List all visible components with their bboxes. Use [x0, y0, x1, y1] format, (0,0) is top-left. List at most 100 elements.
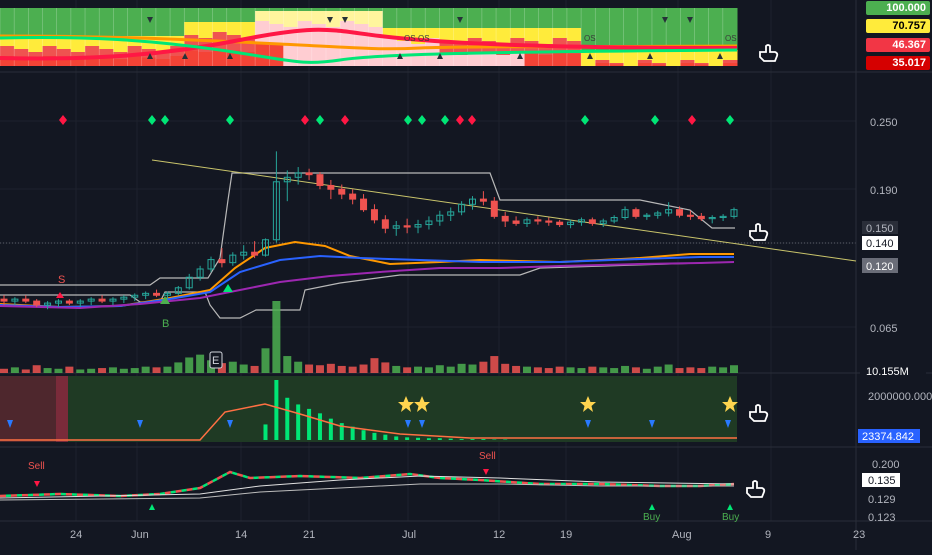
- osc-bar: [427, 438, 431, 440]
- heatmap-cell: [326, 47, 341, 67]
- heatmap-cell: [43, 46, 58, 56]
- time-tick-label: Jul: [402, 529, 416, 541]
- heatmap-cell: [454, 55, 469, 66]
- heatmap-cell: [652, 8, 667, 50]
- candle-body: [328, 185, 334, 189]
- candle-body: [480, 199, 486, 201]
- heatmap-cell: [113, 8, 128, 36]
- heatmap-cell: [71, 8, 86, 36]
- heatmap-cell: [283, 47, 298, 67]
- candle-body: [361, 199, 367, 210]
- candle-body: [633, 210, 639, 217]
- heatmap-cell: [340, 8, 355, 11]
- candle-body: [382, 220, 388, 228]
- volume-bar: [360, 365, 368, 373]
- signal-tick-label: 0.135: [868, 475, 896, 487]
- price-tick-label: 0.250: [870, 117, 898, 129]
- signal-tick-label: 0.123: [868, 512, 896, 524]
- heatmap-cell: [496, 28, 511, 44]
- candle-body: [34, 301, 40, 305]
- volume-bar: [654, 367, 662, 373]
- heatmap-cell: [510, 28, 525, 38]
- heatmap-cell: [255, 8, 270, 11]
- volume-bar: [54, 369, 62, 373]
- osc-bar: [362, 430, 366, 440]
- volume-bar: [196, 355, 204, 373]
- volume-bar: [523, 367, 531, 373]
- heatmap-cell: [524, 54, 539, 67]
- osc-bar: [329, 419, 333, 440]
- osc-bar: [263, 424, 267, 440]
- heatmap-cell: [567, 28, 582, 41]
- heatmap-cell: [198, 22, 213, 38]
- candle-body: [677, 210, 683, 216]
- heatmap-cell: [567, 8, 582, 28]
- heatmap-cell: [510, 8, 525, 28]
- volume-bar: [294, 362, 302, 373]
- osc-bar: [394, 436, 398, 440]
- volume-bar: [469, 365, 477, 373]
- heatmap-cell: [326, 8, 341, 11]
- heatmap-cell: [28, 8, 43, 36]
- heatmap-cell: [298, 11, 313, 21]
- volume-bar: [447, 367, 455, 373]
- volume-bar: [349, 367, 357, 373]
- volume-bar: [33, 365, 41, 373]
- time-tick-label: 9: [765, 529, 771, 541]
- heatmap-cell: [553, 28, 568, 38]
- heatmap-cell: [595, 60, 610, 63]
- price-chart[interactable]: 0.250 0.190 0.150 0.140 0.120 0.065 10.1…: [0, 0, 932, 550]
- volume-bar: [599, 367, 607, 373]
- heatmap-cell: [198, 8, 213, 22]
- volume-bar: [251, 366, 259, 373]
- sell-signal-label: Sell: [479, 451, 496, 462]
- volume-bar: [577, 368, 585, 373]
- heatmap-cell: [694, 50, 709, 63]
- heatmap-scale-label: 100.000: [866, 1, 930, 15]
- buy-signal-label: Buy: [722, 512, 739, 523]
- candle-body: [502, 216, 508, 221]
- volume-bar: [174, 362, 182, 373]
- heatmap-cell: [609, 63, 624, 65]
- heatmap-cell: [312, 11, 327, 24]
- volume-bar: [0, 369, 8, 373]
- candle-body: [252, 252, 258, 255]
- time-tick-label: Jun: [131, 529, 149, 541]
- heatmap-cell: [57, 8, 72, 36]
- price-tick-label: 0.065: [870, 323, 898, 335]
- heatmap-cell: [482, 28, 497, 41]
- osc-bar: [481, 439, 485, 440]
- heatmap-cell: [184, 8, 199, 22]
- volume-bar: [316, 365, 324, 373]
- candle-body: [371, 210, 377, 220]
- heatmap-cell: [170, 56, 185, 66]
- sell-signal-label: Sell: [28, 461, 45, 472]
- heatmap-cell: [638, 60, 653, 63]
- heatmap-cell: [198, 52, 213, 66]
- last-price-label: 0.140: [866, 238, 894, 250]
- heatmap-cell: [85, 8, 100, 36]
- heatmap-cell: [624, 8, 639, 50]
- heatmap-cell: [156, 59, 171, 66]
- heatmap-cell: [213, 22, 228, 32]
- osc-bar: [416, 438, 420, 440]
- osc-bar: [296, 404, 300, 440]
- volume-bar: [719, 367, 727, 373]
- volume-bar: [381, 362, 389, 373]
- volume-bar: [676, 368, 684, 373]
- volume-bar: [458, 364, 466, 373]
- chart-stage[interactable]: 0.250 0.190 0.150 0.140 0.120 0.065 10.1…: [0, 0, 932, 550]
- volume-bar: [665, 365, 673, 373]
- volume-bar: [708, 367, 716, 373]
- price-tick-label: 0.190: [870, 185, 898, 197]
- volume-bar: [65, 367, 73, 373]
- volume-bar: [436, 365, 444, 373]
- volume-bar: [392, 366, 400, 373]
- heatmap-cell: [369, 8, 384, 11]
- volume-bar: [425, 367, 433, 373]
- volume-bar: [327, 364, 335, 373]
- heatmap-cell: [128, 8, 143, 36]
- volume-bar: [98, 368, 106, 373]
- candle-body: [535, 220, 541, 221]
- heatmap-cell: [255, 11, 270, 21]
